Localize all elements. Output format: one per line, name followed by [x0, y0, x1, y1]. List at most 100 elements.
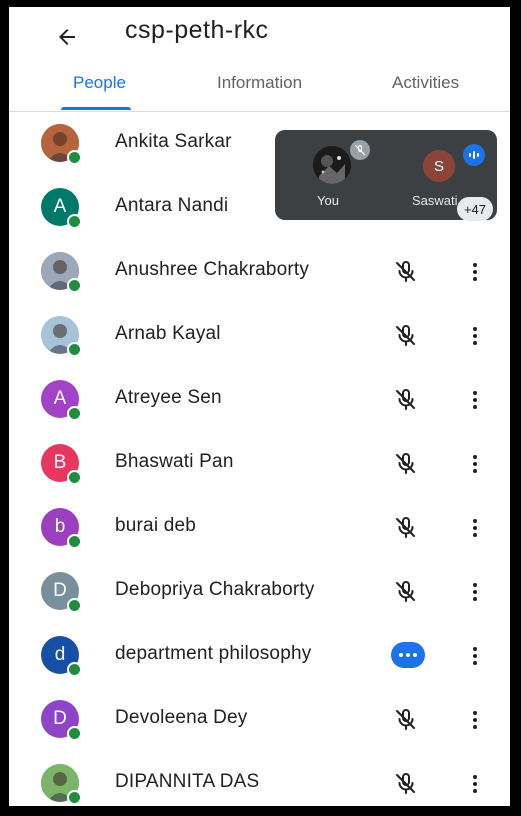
more-vert-icon — [473, 519, 477, 523]
self-video-tile[interactable] — [313, 146, 351, 184]
participant-row[interactable]: b burai deb — [9, 496, 510, 560]
more-options-button[interactable] — [467, 642, 483, 670]
participant-row[interactable]: A Atreyee Sen — [9, 368, 510, 432]
participant-row[interactable]: Anushree Chakraborty — [9, 240, 510, 304]
app-screen: csp-peth-rkc People Information Activiti… — [9, 7, 510, 806]
online-status-dot — [67, 406, 82, 421]
online-status-dot — [67, 150, 82, 165]
more-options-button[interactable] — [467, 450, 483, 478]
self-tile-label: You — [317, 193, 339, 208]
more-options-button[interactable] — [467, 578, 483, 606]
participant-name: Bhaswati Pan — [115, 451, 234, 472]
avatar-initial: D — [53, 708, 67, 729]
more-options-button[interactable] — [467, 706, 483, 734]
participant-row[interactable]: D Devoleena Dey — [9, 688, 510, 752]
speaking-indicator-icon — [463, 144, 485, 166]
back-button[interactable] — [49, 19, 85, 55]
avatar-initial: B — [53, 452, 67, 473]
participant-row[interactable]: B Bhaswati Pan — [9, 432, 510, 496]
mic-off-icon — [396, 517, 415, 538]
participant-name: Antara Nandi — [115, 195, 229, 216]
avatar: D — [41, 700, 82, 741]
avatar: D — [41, 572, 82, 613]
participant-name: Debopriya Chakraborty — [115, 579, 315, 600]
more-participants-badge[interactable]: +47 — [457, 197, 493, 221]
mic-off-button — [392, 322, 420, 350]
mic-off-button — [392, 258, 420, 286]
online-status-dot — [67, 534, 82, 549]
meeting-tiles-overlay[interactable]: You S Saswati +47 — [275, 130, 497, 221]
mic-off-button — [392, 514, 420, 542]
mic-off-icon — [396, 325, 415, 346]
active-tab-indicator — [61, 107, 131, 110]
participant-name: Atreyee Sen — [115, 387, 222, 408]
more-vert-icon — [473, 711, 477, 715]
more-vert-icon — [473, 327, 477, 331]
participant-name: Anushree Chakraborty — [115, 259, 310, 280]
mic-off-button — [392, 386, 420, 414]
avatar: A — [41, 380, 82, 421]
more-vert-icon — [473, 455, 477, 459]
more-options-button[interactable] — [467, 514, 483, 542]
online-status-dot — [67, 278, 82, 293]
more-vert-icon — [473, 775, 477, 779]
online-status-dot — [67, 726, 82, 741]
avatar — [41, 124, 82, 165]
tab-people[interactable]: People — [73, 73, 126, 93]
self-avatar-image — [313, 146, 351, 184]
participant-row[interactable]: Arnab Kayal — [9, 304, 510, 368]
tab-information[interactable]: Information — [217, 73, 302, 93]
online-status-dot — [67, 662, 82, 677]
more-vert-icon — [473, 391, 477, 395]
more-options-button[interactable] — [467, 770, 483, 798]
tab-bar: People Information Activities — [9, 67, 510, 112]
avatar — [41, 764, 82, 805]
self-mic-off-icon — [350, 140, 370, 160]
mic-off-icon — [396, 453, 415, 474]
more-vert-icon — [473, 583, 477, 587]
avatar-initial: D — [53, 580, 67, 601]
mic-off-button — [392, 706, 420, 734]
tab-activities[interactable]: Activities — [392, 73, 459, 93]
avatar — [41, 316, 82, 357]
mic-off-button — [392, 578, 420, 606]
more-options-button[interactable] — [467, 258, 483, 286]
more-options-button[interactable] — [467, 322, 483, 350]
more-vert-icon — [473, 647, 477, 651]
participant-row[interactable]: d department philosophy — [9, 624, 510, 688]
participant-row[interactable]: DIPANNITA DAS — [9, 752, 510, 806]
online-status-dot — [67, 470, 82, 485]
avatar — [41, 252, 82, 293]
online-status-dot — [67, 598, 82, 613]
avatar-initial: A — [53, 196, 67, 217]
avatar-initial: d — [54, 644, 66, 665]
avatar: d — [41, 636, 82, 677]
more-dots-icon[interactable] — [391, 642, 425, 668]
more-options-button[interactable] — [467, 386, 483, 414]
participant-name: DIPANNITA DAS — [115, 771, 260, 792]
meeting-title: csp-peth-rkc — [125, 16, 269, 44]
mic-off-icon — [396, 709, 415, 730]
mic-off-icon — [396, 261, 415, 282]
speaker-avatar: S — [423, 150, 455, 182]
avatar-initial: b — [54, 516, 66, 537]
online-status-dot — [67, 214, 82, 229]
participant-row[interactable]: D Debopriya Chakraborty — [9, 560, 510, 624]
avatar: B — [41, 444, 82, 485]
avatar: A — [41, 188, 82, 229]
mic-off-icon — [396, 773, 415, 794]
online-status-dot — [67, 790, 82, 805]
participant-name: Ankita Sarkar — [115, 131, 232, 152]
avatar-initial: A — [53, 388, 67, 409]
mic-off-icon — [396, 581, 415, 602]
speaker-tile-label: Saswati — [412, 193, 458, 208]
mic-off-button — [392, 450, 420, 478]
online-status-dot — [67, 342, 82, 357]
participant-name: Arnab Kayal — [115, 323, 221, 344]
mic-off-icon — [396, 389, 415, 410]
participant-name: Devoleena Dey — [115, 707, 248, 728]
mic-off-button — [392, 770, 420, 798]
arrow-back-icon — [59, 29, 75, 45]
app-bar: csp-peth-rkc — [9, 7, 510, 67]
more-vert-icon — [473, 263, 477, 267]
